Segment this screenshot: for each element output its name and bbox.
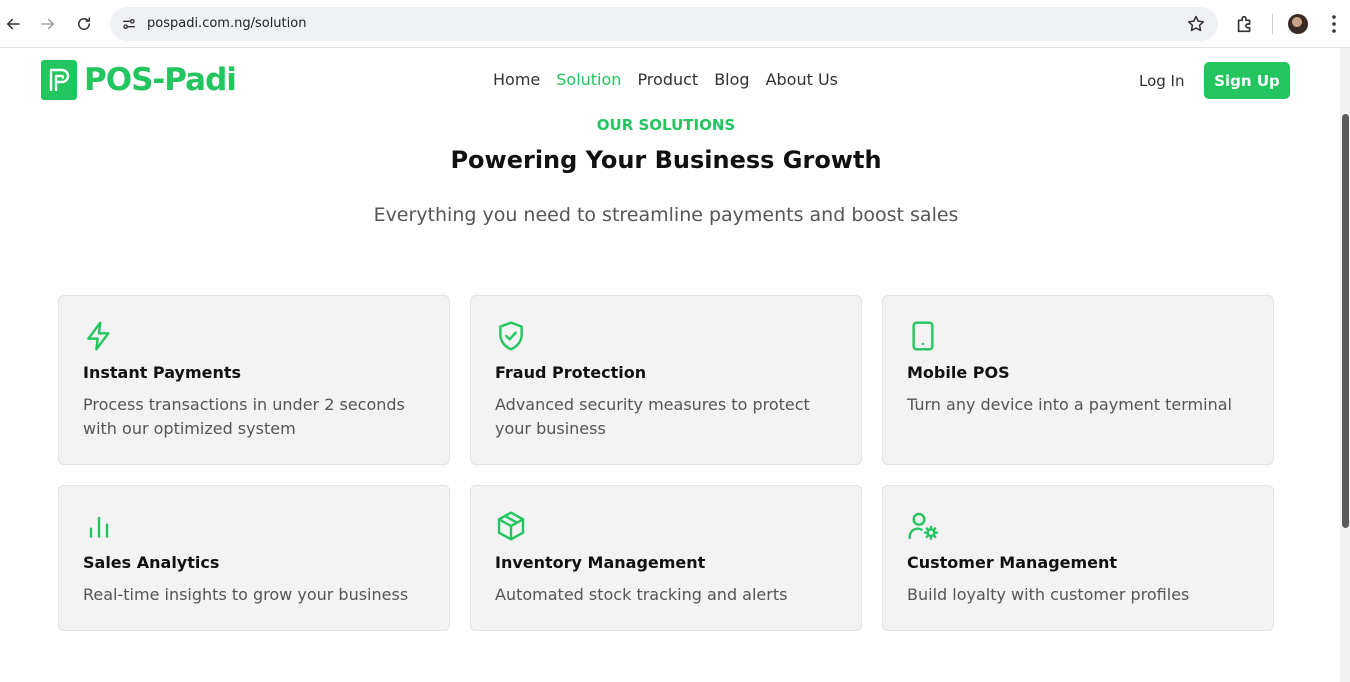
section-eyebrow: OUR SOLUTIONS <box>596 116 736 134</box>
back-arrow-icon[interactable] <box>1 12 25 36</box>
page-subtitle: Everything you need to streamline paymen… <box>373 204 959 226</box>
card-description: Real-time insights to grow your business <box>83 585 409 604</box>
kebab-menu-icon[interactable] <box>1324 13 1344 35</box>
nav-home[interactable]: Home <box>493 70 540 89</box>
user-cog-icon <box>907 510 939 542</box>
card-title: Instant Payments <box>83 363 242 382</box>
solution-card-customer-management: Customer Management Build loyalty with c… <box>882 485 1274 631</box>
solution-card-fraud-protection: Fraud Protection Advanced security measu… <box>470 295 862 465</box>
solution-card-sales-analytics: Sales Analytics Real-time insights to gr… <box>58 485 450 631</box>
scrollbar-thumb[interactable] <box>1342 114 1349 528</box>
solution-card-instant-payments: Instant Payments Process transactions in… <box>58 295 450 465</box>
logo-text: POS-Padi <box>84 62 237 98</box>
card-title: Customer Management <box>907 553 1118 572</box>
toolbar-divider <box>1272 14 1273 34</box>
solution-card-inventory-management: Inventory Management Automated stock tra… <box>470 485 862 631</box>
site-logo[interactable]: POS-Padi <box>41 60 237 100</box>
url-text[interactable]: pospadi.com.ng/solution <box>147 16 306 31</box>
nav-blog[interactable]: Blog <box>714 70 749 89</box>
lightning-icon <box>83 320 115 352</box>
signup-button[interactable]: Sign Up <box>1204 62 1290 99</box>
card-description: Automated stock tracking and alerts <box>495 585 788 604</box>
bar-chart-icon <box>83 510 115 542</box>
main-nav: Home Solution Product Blog About Us <box>493 70 838 89</box>
smartphone-icon <box>907 320 939 352</box>
page-title: Powering Your Business Growth <box>450 146 882 174</box>
package-icon <box>495 510 527 542</box>
site-info-icon[interactable] <box>118 13 140 35</box>
browser-toolbar: pospadi.com.ng/solution <box>0 0 1350 48</box>
card-title: Inventory Management <box>495 553 706 572</box>
extensions-icon[interactable] <box>1234 13 1256 35</box>
nav-product[interactable]: Product <box>637 70 698 89</box>
card-description: Turn any device into a payment terminal <box>907 395 1232 414</box>
profile-avatar[interactable] <box>1288 14 1308 34</box>
card-description: Process transactions in under 2 seconds … <box>83 395 405 438</box>
card-title: Fraud Protection <box>495 363 647 382</box>
page-scrollbar[interactable] <box>1340 48 1350 682</box>
login-link[interactable]: Log In <box>1139 72 1185 90</box>
forward-arrow-icon[interactable] <box>36 12 60 36</box>
bookmark-star-icon[interactable] <box>1186 14 1206 34</box>
address-bar[interactable]: pospadi.com.ng/solution <box>110 7 1218 41</box>
logo-mark-icon <box>41 60 77 100</box>
card-title: Mobile POS <box>907 363 1010 382</box>
shield-check-icon <box>495 320 527 352</box>
nav-solution[interactable]: Solution <box>556 70 621 89</box>
reload-icon[interactable] <box>72 12 96 36</box>
card-title: Sales Analytics <box>83 553 220 572</box>
nav-about-us[interactable]: About Us <box>766 70 838 89</box>
card-description: Advanced security measures to protect yo… <box>495 395 810 438</box>
card-description: Build loyalty with customer profiles <box>907 585 1190 604</box>
solution-card-mobile-pos: Mobile POS Turn any device into a paymen… <box>882 295 1274 465</box>
